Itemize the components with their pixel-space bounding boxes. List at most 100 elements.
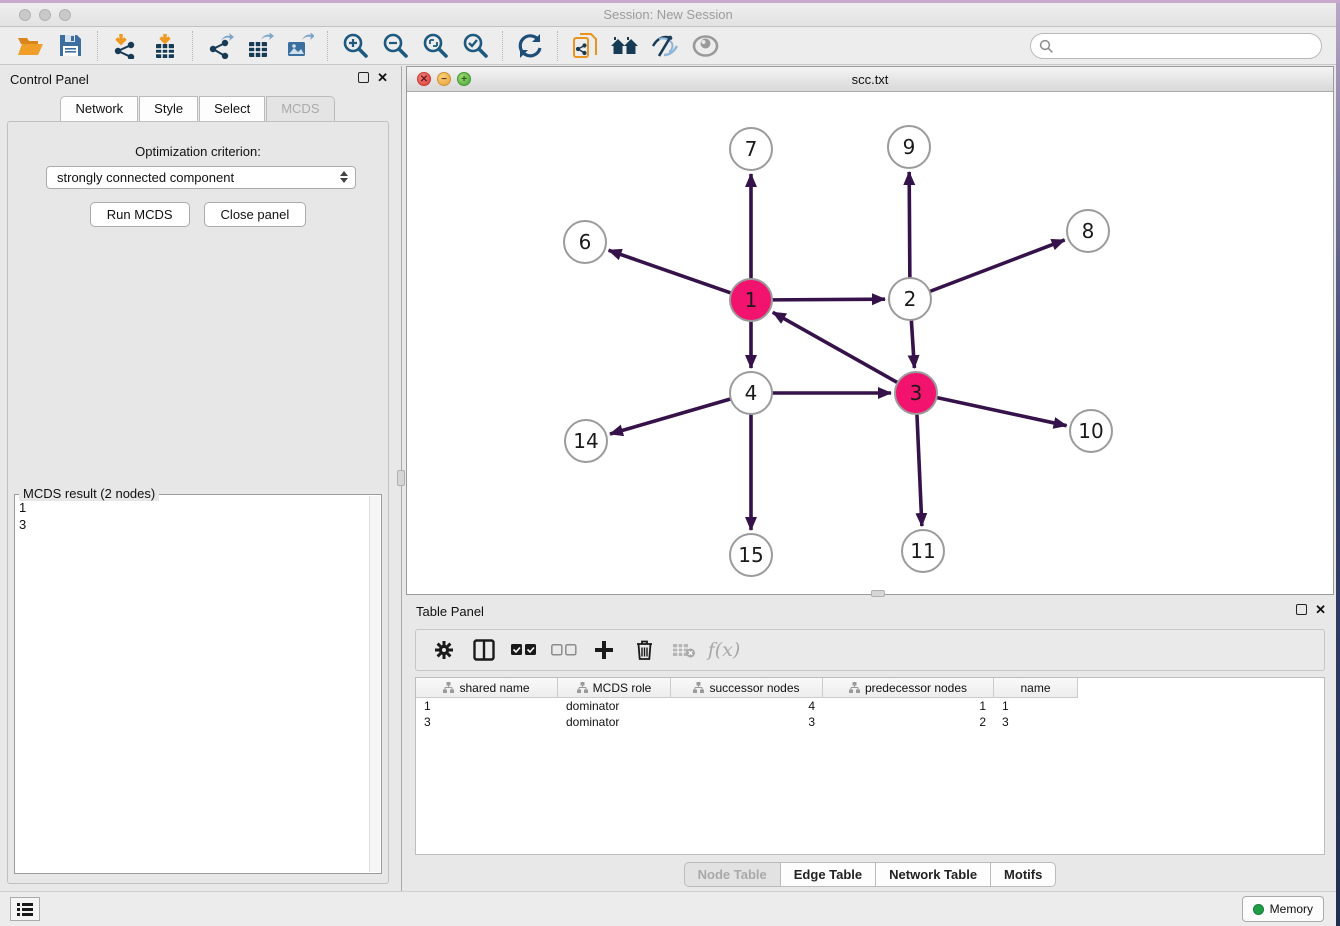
- cell-name[interactable]: 3: [994, 714, 1078, 730]
- export-image-icon[interactable]: [280, 30, 320, 62]
- node-label-8: 8: [1082, 219, 1095, 243]
- toolbar-separator: [97, 31, 98, 61]
- show-graphics-details-icon[interactable]: [685, 30, 725, 62]
- table-settings-icon[interactable]: [426, 633, 462, 667]
- zoom-in-icon[interactable]: [335, 30, 375, 62]
- zoom-selected-icon[interactable]: [455, 30, 495, 62]
- export-table-icon[interactable]: [240, 30, 280, 62]
- network-view-window: ✕ − + scc.txt 7968124314101511: [406, 66, 1334, 595]
- cell-shared-name[interactable]: 3: [416, 714, 558, 730]
- import-network-icon[interactable]: [105, 30, 145, 62]
- optimization-criterion-dropdown[interactable]: strongly connected component: [46, 166, 356, 189]
- function-builder-icon[interactable]: f(x): [706, 633, 742, 667]
- control-panel-header: Control Panel ✕: [0, 66, 396, 92]
- cell-successor-nodes[interactable]: 4: [671, 698, 823, 714]
- tab-network-table[interactable]: Network Table: [876, 862, 991, 887]
- apply-layout-icon[interactable]: [510, 30, 550, 62]
- save-session-icon[interactable]: [50, 30, 90, 62]
- zoom-out-icon[interactable]: [375, 30, 415, 62]
- toolbar-separator: [192, 31, 193, 61]
- column-header-shared-name[interactable]: shared name: [416, 678, 558, 698]
- delete-table-icon[interactable]: [666, 633, 702, 667]
- run-mcds-button[interactable]: Run MCDS: [90, 202, 190, 227]
- tab-select[interactable]: Select: [199, 96, 265, 122]
- status-bar: Memory: [0, 891, 1336, 926]
- edge-1-6[interactable]: [609, 250, 732, 293]
- column-tree-icon: [693, 682, 704, 693]
- edge-2-3[interactable]: [911, 320, 914, 368]
- cell-mcds-role[interactable]: dominator: [558, 698, 671, 714]
- task-history-button[interactable]: [10, 897, 40, 921]
- network-window-titlebar[interactable]: ✕ − + scc.txt: [407, 67, 1333, 92]
- deselect-all-columns-icon[interactable]: [546, 633, 582, 667]
- float-table-panel-icon[interactable]: [1296, 604, 1307, 615]
- column-tree-icon: [577, 682, 588, 693]
- tab-style[interactable]: Style: [139, 96, 198, 122]
- edge-3-1[interactable]: [773, 312, 898, 382]
- node-label-10: 10: [1078, 419, 1103, 443]
- node-label-9: 9: [903, 135, 916, 159]
- home-icon[interactable]: [605, 30, 645, 62]
- close-table-panel-icon[interactable]: ✕: [1315, 604, 1326, 615]
- splitter-handle[interactable]: [397, 470, 405, 486]
- export-network-icon[interactable]: [200, 30, 240, 62]
- float-panel-icon[interactable]: [358, 72, 369, 83]
- column-tree-icon: [443, 682, 454, 693]
- optimization-criterion-label: Optimization criterion:: [8, 144, 388, 159]
- node-label-15: 15: [738, 543, 763, 567]
- import-table-icon[interactable]: [145, 30, 185, 62]
- create-column-icon[interactable]: [586, 633, 622, 667]
- memory-button[interactable]: Memory: [1242, 896, 1324, 922]
- column-header-name[interactable]: name: [994, 678, 1078, 698]
- zoom-fit-icon[interactable]: [415, 30, 455, 62]
- toolbar-separator: [557, 31, 558, 61]
- column-header-predecessor-nodes[interactable]: predecessor nodes: [823, 678, 994, 698]
- edge-2-9[interactable]: [909, 172, 910, 278]
- node-label-1: 1: [745, 288, 758, 312]
- tab-edge-table[interactable]: Edge Table: [781, 862, 876, 887]
- cell-name[interactable]: 1: [994, 698, 1078, 714]
- column-header-mcds-role[interactable]: MCDS role: [558, 678, 671, 698]
- node-label-4: 4: [745, 381, 758, 405]
- delete-columns-icon[interactable]: [626, 633, 662, 667]
- tab-network[interactable]: Network: [60, 96, 138, 122]
- close-panel-icon[interactable]: ✕: [377, 72, 388, 83]
- table-row[interactable]: 1dominator411: [416, 698, 1324, 714]
- edge-2-8[interactable]: [930, 240, 1065, 292]
- node-label-6: 6: [579, 230, 592, 254]
- edge-3-11[interactable]: [917, 414, 922, 526]
- network-graph[interactable]: 7968124314101511: [407, 92, 1333, 594]
- cell-successor-nodes[interactable]: 3: [671, 714, 823, 730]
- mcds-result-box: MCDS result (2 nodes) 1 3: [14, 494, 382, 874]
- table-panel-title: Table Panel: [416, 604, 484, 619]
- cell-mcds-role[interactable]: dominator: [558, 714, 671, 730]
- search-box: [1030, 33, 1322, 59]
- edge-4-14[interactable]: [610, 399, 731, 434]
- table-toolbar: f(x): [415, 629, 1325, 671]
- node-label-11: 11: [910, 539, 935, 563]
- hide-graphics-details-icon[interactable]: [645, 30, 685, 62]
- select-all-columns-icon[interactable]: [506, 633, 542, 667]
- mcds-result-text[interactable]: 1 3: [19, 499, 367, 869]
- cell-predecessor-nodes[interactable]: 1: [823, 698, 994, 714]
- cell-predecessor-nodes[interactable]: 2: [823, 714, 994, 730]
- edge-3-10[interactable]: [937, 397, 1067, 425]
- table-panel: Table Panel ✕: [406, 598, 1334, 891]
- result-scrollbar[interactable]: [369, 496, 380, 872]
- edge-1-2[interactable]: [772, 299, 885, 300]
- show-column-panel-icon[interactable]: [466, 633, 502, 667]
- close-panel-button[interactable]: Close panel: [204, 202, 307, 227]
- column-header-successor-nodes[interactable]: successor nodes: [671, 678, 823, 698]
- network-title: scc.txt: [407, 72, 1333, 87]
- search-input[interactable]: [1054, 39, 1321, 53]
- tab-node-table[interactable]: Node Table: [684, 862, 781, 887]
- tab-mcds[interactable]: MCDS: [266, 96, 334, 122]
- network-canvas[interactable]: 7968124314101511: [407, 92, 1333, 594]
- duplicate-network-icon[interactable]: [565, 30, 605, 62]
- table-row[interactable]: 3dominator323: [416, 714, 1324, 730]
- tab-motifs[interactable]: Motifs: [991, 862, 1056, 887]
- vertical-splitter[interactable]: [396, 66, 406, 891]
- cell-shared-name[interactable]: 1: [416, 698, 558, 714]
- horizontal-splitter-handle[interactable]: [871, 590, 885, 597]
- open-session-icon[interactable]: [10, 30, 50, 62]
